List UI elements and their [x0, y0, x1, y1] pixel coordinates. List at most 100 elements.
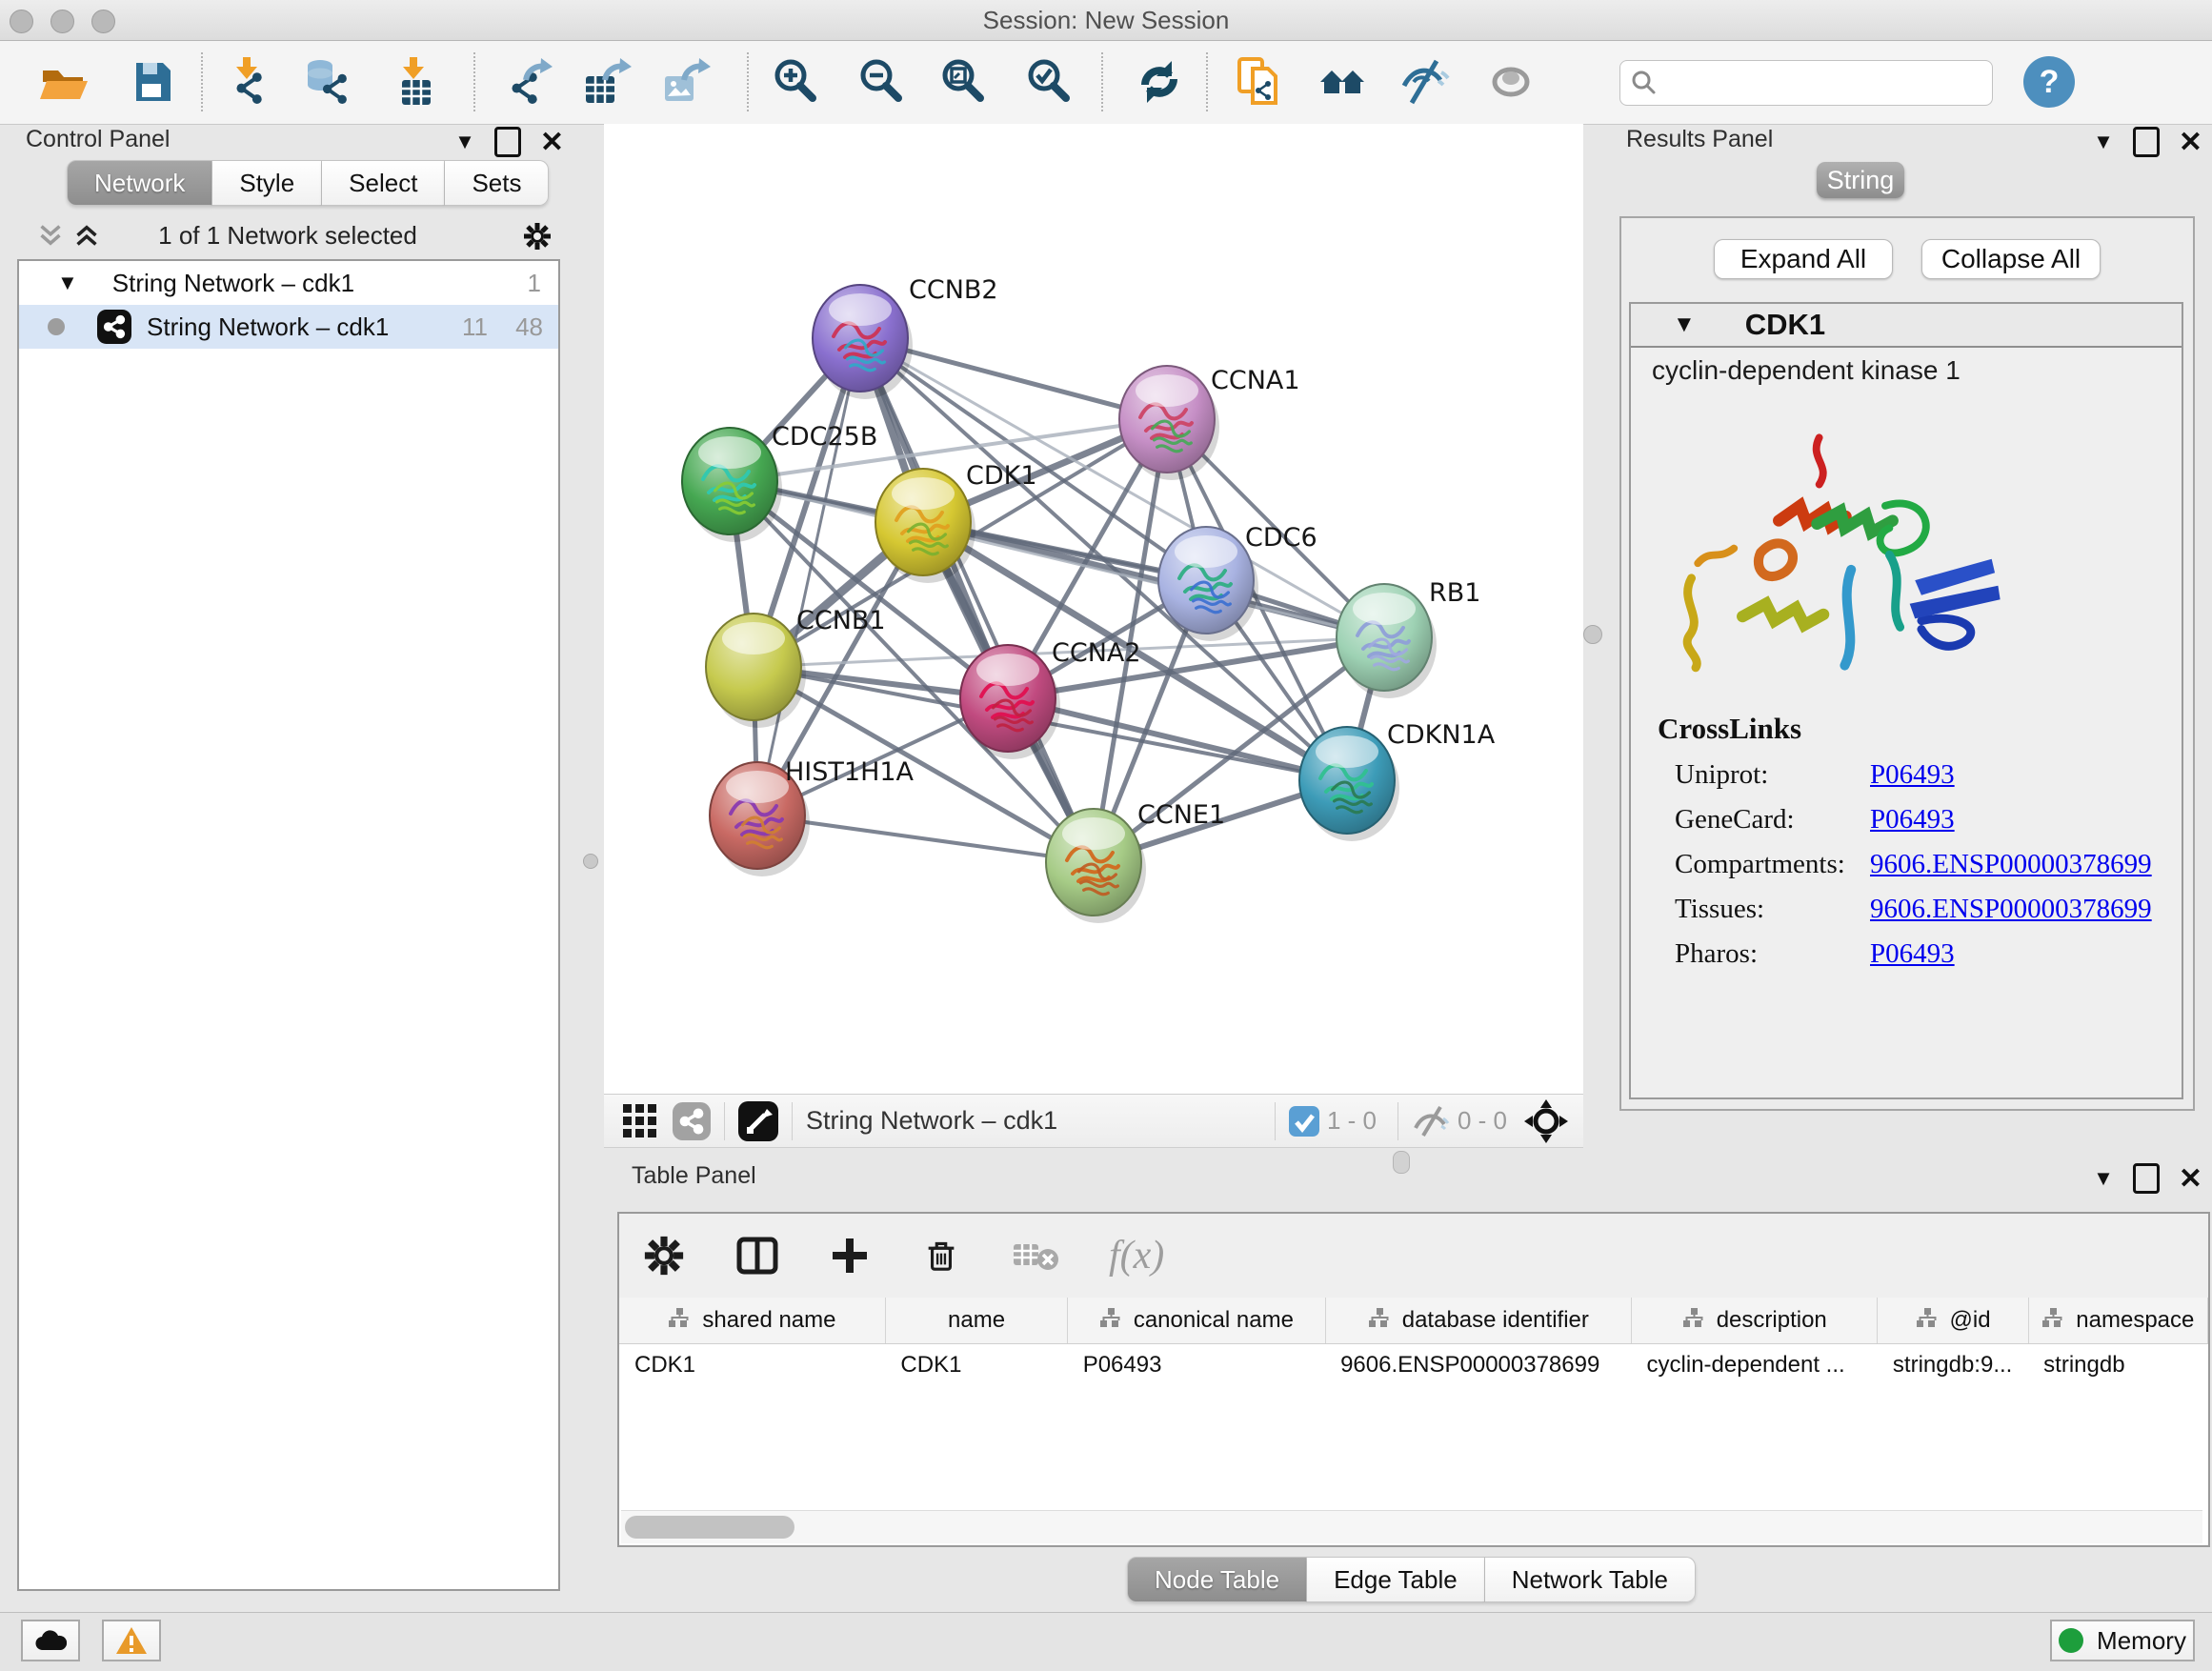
search-input[interactable]	[1659, 63, 1992, 103]
tab-sets[interactable]: Sets	[445, 160, 549, 206]
column-header-database-identifier[interactable]: database identifier	[1325, 1298, 1631, 1344]
memory-button[interactable]: Memory	[2050, 1620, 2195, 1661]
network-collection-row[interactable]: ▼ String Network – cdk1 1	[19, 261, 558, 305]
column-header-namespace[interactable]: namespace	[2028, 1298, 2207, 1344]
table-cell[interactable]: P06493	[1068, 1344, 1325, 1387]
zoom-fit-icon[interactable]	[936, 55, 990, 109]
warnings-button[interactable]	[102, 1620, 161, 1661]
tab-node-table[interactable]: Node Table	[1127, 1557, 1307, 1602]
save-session-icon[interactable]	[127, 55, 180, 109]
cloud-status-button[interactable]	[21, 1620, 80, 1661]
table-horizontal-scrollbar[interactable]	[621, 1510, 2202, 1543]
crosslink-link[interactable]: 9606.ENSP00000378699	[1870, 849, 2152, 880]
tab-network-table[interactable]: Network Table	[1485, 1557, 1696, 1602]
panel-menu-icon[interactable]: ▼	[454, 130, 475, 154]
panel-float-icon[interactable]	[494, 127, 521, 157]
table-options-gear-icon[interactable]	[642, 1234, 686, 1278]
zoom-selected-icon[interactable]	[1022, 55, 1076, 109]
import-database-icon[interactable]	[301, 55, 354, 109]
network-node-HIST1H1A[interactable]: HIST1H1A	[710, 757, 915, 876]
tab-string[interactable]: String	[1817, 162, 1904, 198]
open-session-icon[interactable]	[36, 55, 90, 109]
panel-float-icon[interactable]	[2133, 127, 2160, 157]
refresh-layout-icon[interactable]	[1133, 55, 1186, 109]
birds-eye-view-icon[interactable]	[738, 1101, 778, 1141]
panel-close-icon[interactable]: ✕	[2179, 126, 2202, 159]
panel-float-icon[interactable]	[2133, 1163, 2160, 1194]
column-header-description[interactable]: description	[1632, 1298, 1878, 1344]
table-cell[interactable]: cyclin-dependent ...	[1632, 1344, 1878, 1387]
export-image-icon[interactable]	[659, 55, 713, 109]
network-node-CCNB1[interactable]: CCNB1	[706, 606, 886, 728]
search-box[interactable]	[1619, 60, 1993, 106]
node-table[interactable]: shared namenamecanonical namedatabase id…	[619, 1298, 2208, 1386]
panel-menu-icon[interactable]: ▼	[2093, 130, 2114, 154]
zoom-out-icon[interactable]	[855, 55, 908, 109]
panel-close-icon[interactable]: ✕	[540, 126, 564, 159]
first-neighbors-icon[interactable]	[1317, 55, 1370, 109]
export-table-icon[interactable]	[580, 55, 633, 109]
panel-close-icon[interactable]: ✕	[2179, 1162, 2202, 1196]
tab-network[interactable]: Network	[67, 160, 212, 206]
network-edge-count: 48	[515, 312, 543, 342]
show-columns-icon[interactable]	[735, 1234, 779, 1278]
import-network-icon[interactable]	[222, 55, 275, 109]
network-row[interactable]: String Network – cdk1 11 48	[19, 305, 558, 349]
tree-expand-icon[interactable]: ▼	[57, 271, 78, 295]
selected-checkbox-icon[interactable]	[1289, 1106, 1319, 1137]
create-column-icon[interactable]	[829, 1235, 871, 1277]
node-label-CCNB1: CCNB1	[796, 606, 886, 635]
scrollbar-thumb[interactable]	[625, 1516, 794, 1539]
crosslink-link[interactable]: 9606.ENSP00000378699	[1870, 894, 2152, 925]
toolbar-separator	[747, 52, 749, 111]
show-all-icon[interactable]	[1484, 55, 1538, 109]
network-node-CCNE1[interactable]: CCNE1	[1046, 800, 1225, 923]
right-splitter-handle[interactable]	[1583, 625, 1602, 644]
network-node-CDKN1A[interactable]: CDKN1A	[1299, 720, 1496, 841]
fit-content-crosshair-icon[interactable]	[1524, 1099, 1568, 1143]
network-canvas[interactable]: CCNB2 CCNA1 CDC25B CDK1	[604, 124, 1583, 1094]
warning-icon	[115, 1626, 148, 1655]
expand-all-button[interactable]: Expand All	[1714, 239, 1893, 279]
tab-edge-table[interactable]: Edge Table	[1307, 1557, 1485, 1602]
column-header-shared-name[interactable]: shared name	[619, 1298, 885, 1344]
network-node-CDK1[interactable]: CDK1	[875, 461, 1037, 583]
column-header-name[interactable]: name	[885, 1298, 1067, 1344]
collapse-section-icon[interactable]: ▼	[1673, 312, 1696, 338]
table-row[interactable]: CDK1CDK1P064939606.ENSP00000378699cyclin…	[619, 1344, 2208, 1387]
delete-column-icon[interactable]	[920, 1235, 962, 1277]
table-cell[interactable]: CDK1	[619, 1344, 885, 1387]
crosslink-link[interactable]: P06493	[1870, 804, 1955, 836]
left-splitter-handle[interactable]	[583, 854, 598, 869]
column-header--id[interactable]: @id	[1878, 1298, 2028, 1344]
network-node-RB1[interactable]: RB1	[1337, 578, 1480, 698]
import-table-icon[interactable]	[389, 55, 442, 109]
crosslink-link[interactable]: P06493	[1870, 759, 1955, 791]
table-cell[interactable]: stringdb	[2028, 1344, 2207, 1387]
collapse-all-button[interactable]: Collapse All	[1921, 239, 2101, 279]
panel-menu-icon[interactable]: ▼	[2093, 1166, 2114, 1191]
control-panel-title: Control Panel	[26, 126, 170, 153]
export-network-icon[interactable]	[501, 55, 554, 109]
column-header-canonical-name[interactable]: canonical name	[1068, 1298, 1325, 1344]
grid-view-icon[interactable]	[621, 1102, 659, 1140]
string-share-icon[interactable]	[673, 1102, 711, 1140]
hide-selected-icon[interactable]	[1398, 55, 1452, 109]
gene-header-row[interactable]: ▼ CDK1	[1631, 304, 2182, 348]
network-edge[interactable]	[757, 338, 860, 815]
crosslink-link[interactable]: P06493	[1870, 938, 1955, 970]
function-builder-icon: f(x)	[1109, 1233, 1164, 1278]
help-button[interactable]: ?	[2023, 56, 2075, 108]
zoom-in-icon[interactable]	[769, 55, 822, 109]
tab-select[interactable]: Select	[322, 160, 445, 206]
crosslink-label: Pharos:	[1631, 938, 1870, 970]
tab-style[interactable]: Style	[212, 160, 322, 206]
table-cell[interactable]: CDK1	[885, 1344, 1067, 1387]
table-cell[interactable]: 9606.ENSP00000378699	[1325, 1344, 1631, 1387]
duplicate-network-icon[interactable]	[1234, 55, 1287, 109]
table-cell[interactable]: stringdb:9...	[1878, 1344, 2028, 1387]
network-options-gear-icon[interactable]	[522, 221, 553, 252]
network-node-CDC6[interactable]: CDC6	[1158, 523, 1317, 641]
network-node-CDC25B[interactable]: CDC25B	[682, 422, 877, 542]
control-panel-tabs: Network Style Select Sets	[67, 160, 549, 206]
